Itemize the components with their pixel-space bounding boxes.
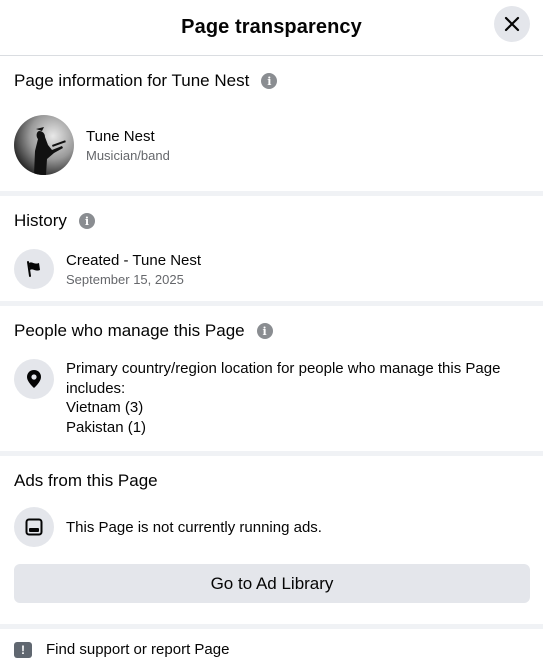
history-title: History xyxy=(14,211,67,230)
history-section: History i Created - Tune Nest September … xyxy=(0,196,543,289)
report-label: Find support or report Page xyxy=(46,641,230,658)
managers-section: People who manage this Page i Primary co… xyxy=(0,306,543,437)
report-icon: ! xyxy=(14,641,32,658)
managers-title: People who manage this Page xyxy=(14,321,245,340)
page-profile: Tune Nest Musician/band xyxy=(14,115,529,175)
history-entry: Created - Tune Nest September 15, 2025 xyxy=(14,249,529,289)
page-category: Musician/band xyxy=(86,147,170,163)
go-to-ad-library-button[interactable]: Go to Ad Library xyxy=(14,564,530,603)
avatar[interactable] xyxy=(14,115,74,175)
history-entry-title: Created - Tune Nest xyxy=(66,251,202,269)
manager-location: Vietnam (3) xyxy=(66,399,144,416)
ads-status: This Page is not currently running ads. xyxy=(66,518,322,536)
manager-location: Pakistan (1) xyxy=(66,418,147,436)
page-name: Tune Nest xyxy=(86,127,155,145)
report-page-link[interactable]: ! Find support or report Page xyxy=(0,629,543,670)
info-icon[interactable]: i xyxy=(256,323,273,339)
managers-entry: Primary country/region location for peop… xyxy=(14,359,529,437)
info-icon[interactable]: i xyxy=(261,73,278,89)
location-pin-icon xyxy=(14,359,54,399)
dialog-title: Page transparency xyxy=(181,16,362,38)
info-icon[interactable]: i xyxy=(78,213,95,229)
page-info-title: Page information for Tune Nest xyxy=(14,71,250,90)
dialog-header: Page transparency xyxy=(0,0,543,56)
ads-section: Ads from this Page This Page is not curr… xyxy=(0,456,543,547)
ads-status-row: This Page is not currently running ads. xyxy=(14,507,529,547)
close-button[interactable] xyxy=(494,6,530,42)
ads-title: Ads from this Page xyxy=(14,471,158,490)
managers-description: Primary country/region location for peop… xyxy=(66,360,501,397)
page-info-section: Page information for Tune Nest i Tune Ne… xyxy=(0,56,543,175)
history-entry-date: September 15, 2025 xyxy=(66,271,184,287)
flag-icon xyxy=(14,249,54,289)
close-icon xyxy=(504,16,520,32)
ad-library-icon xyxy=(14,507,54,547)
